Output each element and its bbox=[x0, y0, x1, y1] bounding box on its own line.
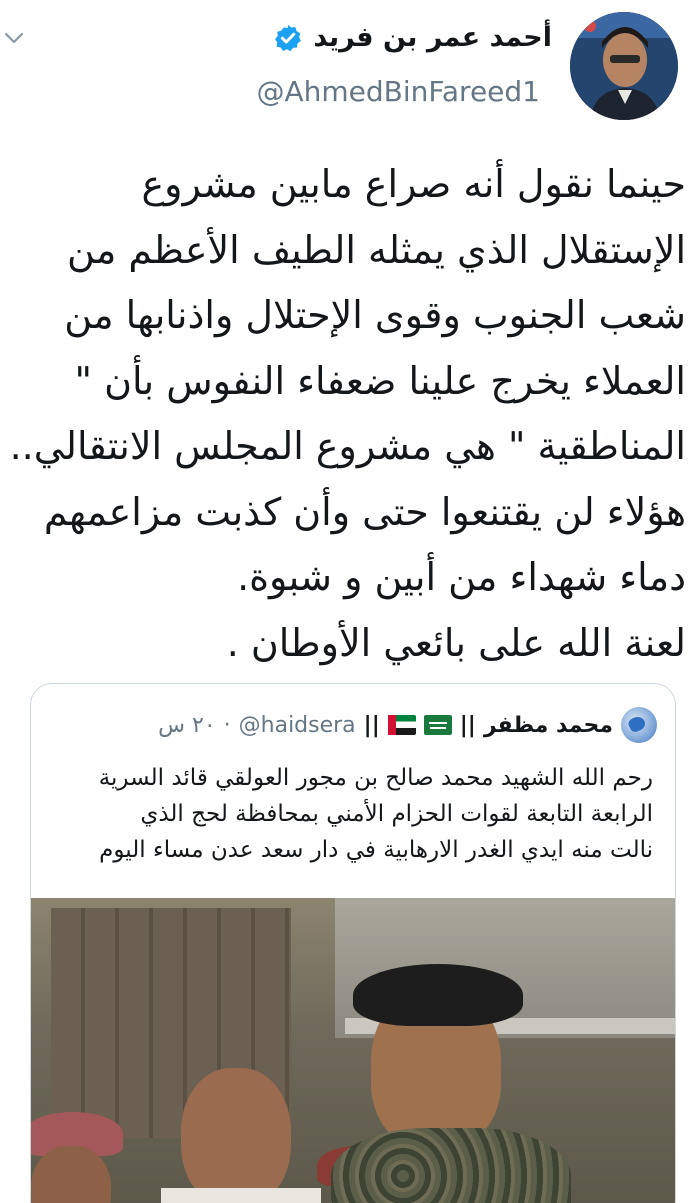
tweet-text: حينما نقول أنه صراع مابين مشروع الإستقلا… bbox=[0, 152, 686, 676]
photo-person-head bbox=[181, 1068, 291, 1203]
tweet-text-line: لعنة الله على بائعي الأوطان . bbox=[226, 620, 686, 665]
quoted-display-name[interactable]: محمد مظفر bbox=[484, 713, 613, 738]
name-separator: || bbox=[459, 712, 476, 738]
sa-flag-icon bbox=[423, 715, 452, 735]
photo-soldier-beret bbox=[353, 964, 523, 1026]
avatar[interactable] bbox=[570, 12, 678, 120]
author-handle[interactable]: @AhmedBinFareed1 bbox=[256, 75, 540, 108]
quoted-tweet-header: محمد مظفر || || @haidsera · ٢٠ س bbox=[158, 707, 657, 743]
tweet-text-line: الإستقلال الذي يمثله الطيف الأعظم من bbox=[67, 227, 686, 272]
quoted-handle[interactable]: @haidsera bbox=[239, 713, 356, 738]
tweet-text-line: العملاء يخرج علينا ضعفاء النفوس بأن " bbox=[74, 358, 686, 403]
quoted-tweet[interactable]: محمد مظفر || || @haidsera · ٢٠ س رحم الل… bbox=[30, 683, 676, 1203]
ae-flag-icon bbox=[387, 715, 416, 735]
photo-soldier-uniform bbox=[331, 1128, 571, 1203]
verified-badge-icon bbox=[275, 24, 302, 51]
quoted-timestamp[interactable]: ٢٠ س bbox=[158, 713, 216, 738]
tweet-text-line: شعب الجنوب وقوى الإحتلال واذنابها من bbox=[64, 293, 686, 337]
quoted-tweet-photo[interactable] bbox=[31, 898, 675, 1203]
dot-separator: · bbox=[223, 712, 231, 738]
quoted-text-line: نالت منه ايدي الغدر الارهابية في دار سعد… bbox=[99, 837, 653, 863]
quoted-text-line: رحم الله الشهيد محمد صالح بن مجور العولق… bbox=[98, 765, 653, 791]
photo-person-body bbox=[161, 1188, 321, 1203]
chevron-down-icon[interactable] bbox=[2, 26, 26, 50]
author-name-row[interactable]: أحمد عمر بن فريد bbox=[273, 22, 552, 53]
quoted-avatar[interactable] bbox=[621, 707, 657, 743]
tweet-text-line: دماء شهداء من أبين و شبوة. bbox=[237, 555, 686, 599]
tweet-text-line: حينما نقول أنه صراع مابين مشروع bbox=[141, 162, 686, 206]
name-separator: || bbox=[363, 712, 380, 738]
quoted-tweet-text: رحم الله الشهيد محمد صالح بن مجور العولق… bbox=[43, 760, 653, 868]
avatar-photo bbox=[570, 12, 678, 120]
display-name[interactable]: أحمد عمر بن فريد bbox=[313, 22, 552, 53]
quoted-text-line: الرابعة التابعة لقوات الحزام الأمني بمحا… bbox=[140, 801, 653, 827]
tweet-text-line: المناطقية " هي مشروع المجلس الانتقالي.. … bbox=[0, 424, 686, 468]
tweet-text-line: هؤلاء لن يقتنعوا حتى وأن كذبت مزاعمهم bbox=[43, 489, 686, 534]
